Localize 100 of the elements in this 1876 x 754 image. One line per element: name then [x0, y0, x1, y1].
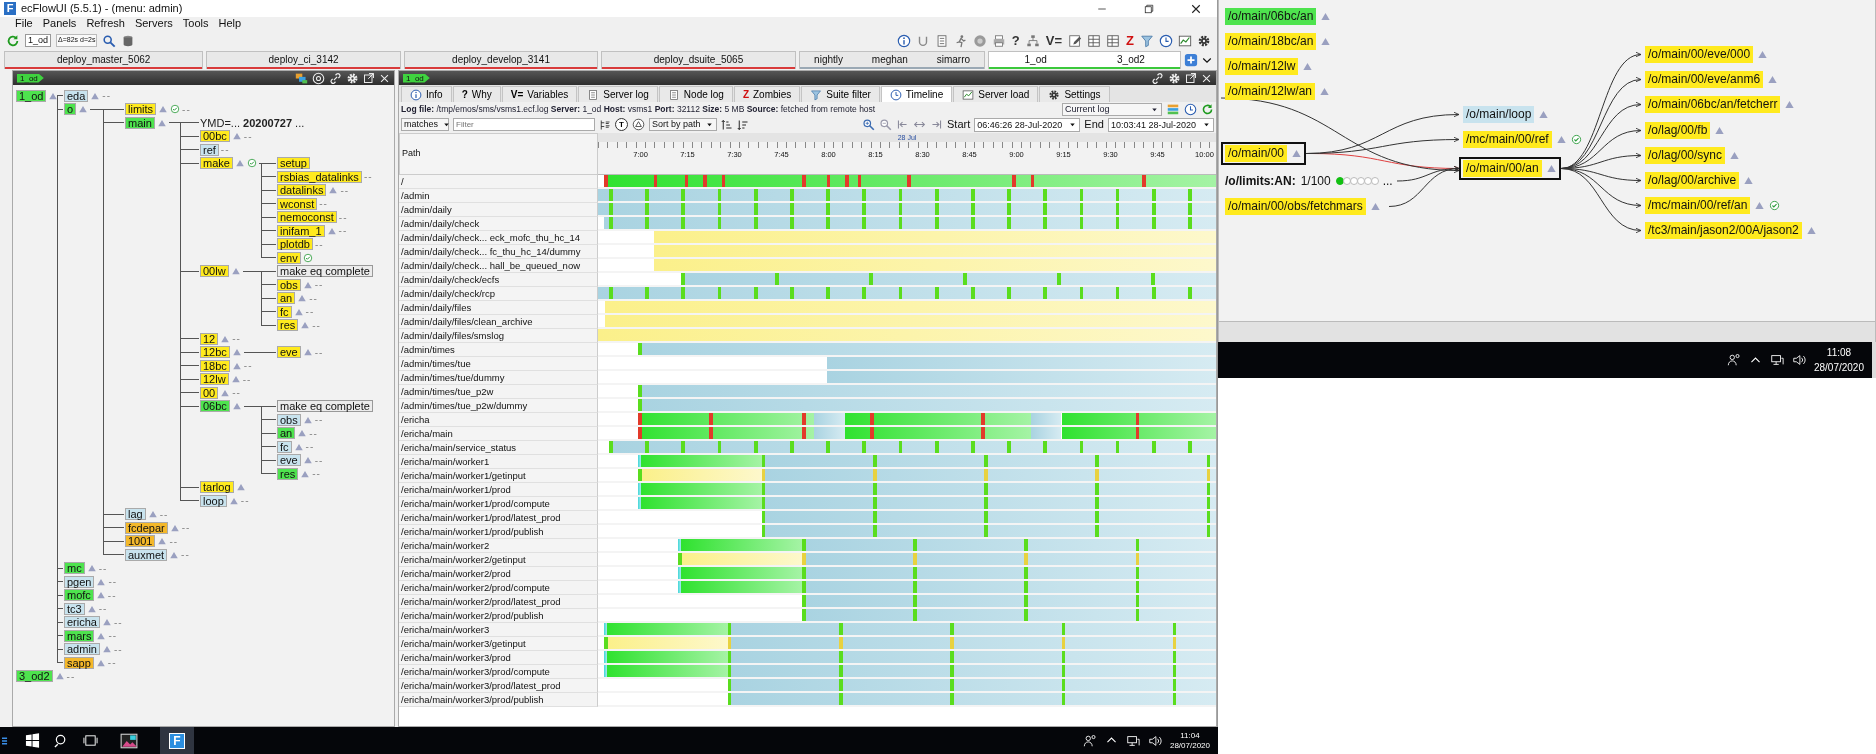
log-select[interactable]: Current log — [1062, 102, 1162, 116]
tree-node[interactable]: obs — [277, 413, 301, 426]
sort-ascending-icon[interactable] — [720, 118, 733, 131]
tree-node[interactable]: mofc — [64, 589, 94, 602]
tree-node[interactable]: eve — [277, 346, 301, 359]
graph-node[interactable]: /mc/main/00/ref — [1459, 128, 1586, 151]
popout-icon[interactable] — [363, 72, 375, 84]
tree-node[interactable]: inifam_1 — [277, 224, 325, 237]
zoom-in-icon[interactable] — [862, 118, 876, 131]
match-select[interactable]: matches — [401, 118, 449, 131]
filter-field[interactable]: Filter — [453, 118, 595, 131]
graph-node[interactable]: /o/main/12lw — [1221, 55, 1318, 78]
filter-icon[interactable] — [1140, 33, 1154, 48]
tree-icon[interactable] — [1025, 33, 1040, 48]
edit-icon[interactable] — [1068, 33, 1083, 48]
tab[interactable]: Z Zombies — [733, 86, 801, 102]
graph-node[interactable]: /tc3/main/jason2/00A/jason2 — [1641, 219, 1821, 243]
refresh-icon[interactable] — [1201, 102, 1214, 116]
tree-node[interactable]: mc — [64, 562, 85, 575]
table-icon[interactable] — [1087, 33, 1102, 48]
tree-node[interactable]: an — [277, 292, 296, 305]
people-icon[interactable] — [1082, 733, 1097, 748]
graph-node[interactable]: /o/lag/00/archive — [1641, 169, 1759, 192]
network-icon[interactable] — [1125, 733, 1140, 748]
close-icon[interactable] — [1201, 72, 1212, 84]
graph-node[interactable]: /o/main/00/obs/fetchmars — [1221, 195, 1385, 218]
task-view-icon[interactable] — [83, 733, 98, 748]
tree-node[interactable]: 12bc — [200, 346, 230, 359]
tree-node[interactable]: 1_od — [16, 89, 47, 102]
link-icon[interactable] — [1151, 71, 1164, 85]
tree-node[interactable]: sapp — [64, 656, 94, 669]
tab[interactable]: Timeline — [880, 86, 953, 102]
clock-icon[interactable] — [1184, 102, 1197, 116]
target-icon[interactable] — [312, 71, 325, 85]
start-icon[interactable] — [25, 733, 40, 748]
tab[interactable]: ? Why — [452, 86, 501, 102]
tree-node[interactable]: fcdepar — [125, 521, 168, 534]
popout-icon[interactable] — [1185, 72, 1197, 84]
server-name[interactable]: deploy_master_5062 — [56, 52, 151, 67]
settings-icon[interactable] — [1197, 33, 1211, 48]
tree-node[interactable]: 00 — [200, 386, 219, 399]
server-tab[interactable]: deploy_develop_3141 — [403, 51, 599, 69]
toolbar-button[interactable]: Z — [1125, 33, 1135, 48]
graph-node[interactable]: /o/main/00 — [1221, 142, 1307, 165]
toolbar-button[interactable]: ? — [1010, 33, 1021, 48]
tab[interactable]: Info — [401, 86, 452, 102]
tree-node[interactable]: 12lw — [200, 373, 229, 386]
tree-node[interactable]: pgen — [64, 575, 95, 588]
graph-node[interactable]: /o/main/06bc/an — [1221, 5, 1336, 28]
tree-node[interactable]: ericha — [64, 616, 100, 629]
tree-node[interactable]: fc — [277, 440, 292, 453]
layers-icon[interactable] — [295, 71, 308, 85]
network-icon[interactable] — [1769, 353, 1784, 367]
graph-node[interactable]: /o/main/06bc/an/fetcherr — [1641, 93, 1800, 117]
server-tab[interactable]: 1_od 3_od2 — [988, 51, 1181, 69]
tab[interactable]: Suite filter — [801, 86, 880, 102]
link-icon[interactable] — [329, 71, 342, 85]
graph-node[interactable]: /o/lag/00/sync — [1641, 143, 1745, 167]
tree-node[interactable]: plotdb — [277, 238, 313, 251]
tab[interactable]: Server load — [953, 86, 1039, 102]
tree-node[interactable]: 18bc — [200, 359, 230, 372]
info-icon[interactable] — [896, 33, 911, 48]
server-name[interactable]: simarro — [936, 52, 971, 67]
tree-node[interactable]: env — [277, 251, 301, 264]
color-bars-icon[interactable] — [1166, 102, 1180, 116]
graph-node[interactable]: /o/main/18bc/an — [1221, 30, 1336, 53]
tree-node[interactable]: res — [277, 467, 299, 480]
menu-item[interactable]: Panels — [42, 17, 77, 30]
tree-node[interactable]: 3_od2 — [16, 670, 53, 683]
text-toggle[interactable]: T — [615, 118, 628, 131]
toolbar-button[interactable]: V= — [1044, 33, 1064, 48]
tree-node[interactable]: mars — [64, 629, 95, 642]
tree-node[interactable]: lag — [125, 508, 146, 521]
tree-node[interactable]: tarlog — [200, 481, 234, 494]
tab[interactable]: Settings — [1039, 86, 1110, 102]
tree-node[interactable]: loop — [200, 494, 227, 507]
server-name[interactable]: deploy_ci_3142 — [268, 52, 339, 67]
settings-icon[interactable] — [346, 71, 359, 85]
server-name[interactable]: meghan — [871, 52, 908, 67]
end-field[interactable]: 10:03:41 28-Jul-2020 — [1107, 117, 1214, 132]
tree-node[interactable]: 06bc — [200, 400, 230, 413]
menu-item[interactable]: Tools — [182, 17, 209, 30]
tree-node[interactable]: main — [125, 116, 155, 129]
volume-icon[interactable] — [1791, 353, 1806, 367]
tab[interactable]: Server log — [578, 86, 658, 102]
menu-item[interactable]: Refresh — [86, 17, 125, 30]
end-arrow-icon[interactable] — [930, 118, 944, 131]
add-icon[interactable] — [1184, 53, 1198, 67]
tree-node[interactable]: o — [64, 103, 77, 116]
menu-item[interactable]: File — [15, 17, 33, 30]
graph-node[interactable]: /o/main/loop — [1459, 103, 1554, 126]
tree-node[interactable]: fc — [277, 305, 292, 318]
tree-node[interactable]: 00bc — [200, 130, 230, 143]
server-tab[interactable]: nightly meghan simarro — [798, 51, 986, 69]
tree-node[interactable]: eve — [277, 454, 301, 467]
tree-node[interactable]: setup — [277, 157, 310, 170]
tree-node[interactable]: admin — [64, 643, 100, 656]
server-tab[interactable]: deploy_master_5062 — [4, 51, 204, 69]
sort-select[interactable]: Sort by path — [649, 118, 717, 131]
menu-item[interactable]: Servers — [134, 17, 173, 30]
